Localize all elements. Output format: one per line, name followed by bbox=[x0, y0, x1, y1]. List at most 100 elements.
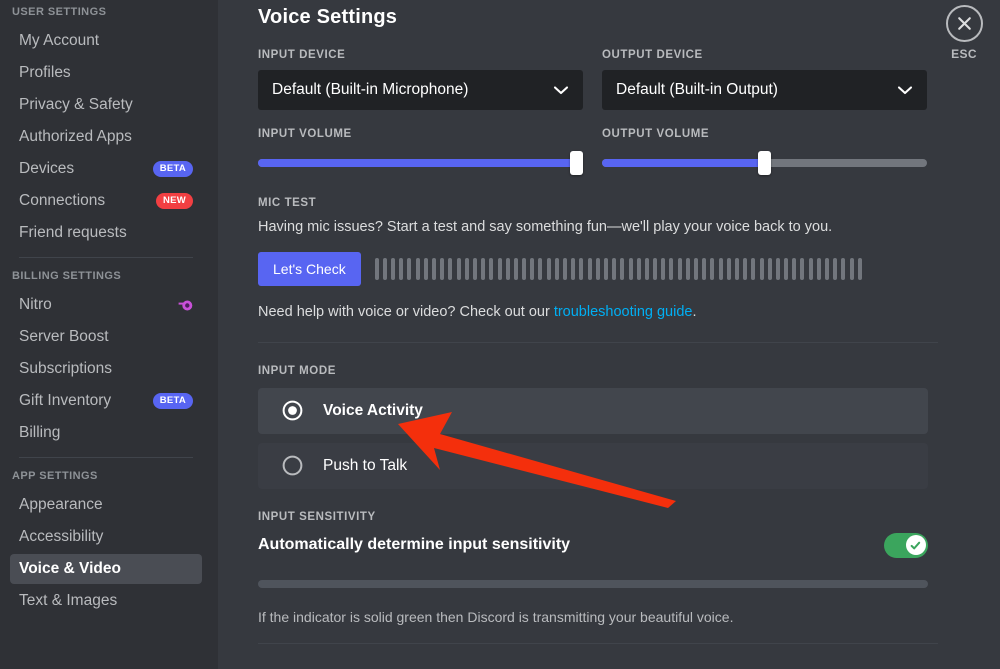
sidebar-item-connections[interactable]: Connections NEW bbox=[10, 186, 202, 216]
section-divider-bottom bbox=[258, 643, 938, 644]
visualizer-bar bbox=[579, 258, 583, 280]
auto-sensitivity-toggle[interactable] bbox=[884, 533, 928, 558]
visualizer-bar bbox=[751, 258, 755, 280]
slider-thumb[interactable] bbox=[570, 151, 583, 175]
sidebar-badge-new: NEW bbox=[156, 193, 193, 209]
visualizer-bar bbox=[735, 258, 739, 280]
visualizer-bar bbox=[489, 258, 493, 280]
visualizer-bar bbox=[817, 258, 821, 280]
chevron-down-icon bbox=[553, 85, 569, 95]
mic-test-row: Let's Check bbox=[258, 252, 1000, 286]
sidebar-item-privacy-safety[interactable]: Privacy & Safety bbox=[10, 90, 202, 120]
visualizer-bar bbox=[432, 258, 436, 280]
input-mode-options: Voice Activity Push to Talk bbox=[258, 388, 928, 489]
input-device-select[interactable]: Default (Built-in Microphone) bbox=[258, 70, 583, 110]
sensitivity-meter[interactable] bbox=[258, 580, 928, 588]
sidebar-item-profiles[interactable]: Profiles bbox=[10, 58, 202, 88]
sidebar-item-gift-inventory[interactable]: Gift InventoryBETA bbox=[10, 386, 202, 416]
visualizer-bar bbox=[710, 258, 714, 280]
sidebar-item-subscriptions[interactable]: Subscriptions bbox=[10, 354, 202, 384]
device-selectors: INPUT DEVICE Default (Built-in Microphon… bbox=[258, 49, 1000, 110]
sidebar-item-appearance[interactable]: Appearance bbox=[10, 490, 202, 520]
input-mode-option-push-to-talk[interactable]: Push to Talk bbox=[258, 443, 928, 489]
sidebar-item-devices[interactable]: DevicesBETA bbox=[10, 154, 202, 184]
input-mode-option-voice-activity[interactable]: Voice Activity bbox=[258, 388, 928, 434]
sidebar-item-label: Privacy & Safety bbox=[19, 97, 133, 113]
page-title: Voice Settings bbox=[258, 0, 1000, 29]
input-mode-option-label: Push to Talk bbox=[323, 457, 407, 475]
sidebar-item-nitro[interactable]: Nitro bbox=[10, 290, 202, 320]
sidebar-item-authorized-apps[interactable]: Authorized Apps bbox=[10, 122, 202, 152]
close-settings-button[interactable]: ESC bbox=[934, 0, 994, 61]
radio-selected-icon bbox=[282, 400, 303, 421]
visualizer-bar bbox=[792, 258, 796, 280]
visualizer-bar bbox=[440, 258, 444, 280]
mic-test-description: Having mic issues? Start a test and say … bbox=[258, 217, 1000, 239]
sidebar-item-label: Connections bbox=[19, 193, 105, 209]
sidebar-item-label: Nitro bbox=[19, 297, 52, 313]
sidebar-item-label: Server Boost bbox=[19, 329, 109, 345]
help-text-suffix: . bbox=[692, 304, 696, 320]
visualizer-bar bbox=[407, 258, 411, 280]
output-device-label: OUTPUT DEVICE bbox=[602, 49, 927, 61]
visualizer-bar bbox=[424, 258, 428, 280]
sidebar-divider bbox=[19, 257, 193, 258]
visualizer-bar bbox=[498, 258, 502, 280]
sidebar-item-label: My Account bbox=[19, 33, 99, 49]
visualizer-bar bbox=[555, 258, 559, 280]
visualizer-bar bbox=[809, 258, 813, 280]
sidebar-item-label: Subscriptions bbox=[19, 361, 112, 377]
visualizer-bar bbox=[522, 258, 526, 280]
slider-fill bbox=[602, 159, 765, 167]
input-volume-slider[interactable] bbox=[258, 151, 583, 175]
visualizer-bar bbox=[473, 258, 477, 280]
visualizer-bar bbox=[457, 258, 461, 280]
sidebar-item-my-account[interactable]: My Account bbox=[10, 26, 202, 56]
visualizer-bar bbox=[514, 258, 518, 280]
visualizer-bar bbox=[506, 258, 510, 280]
mic-test-label: MIC TEST bbox=[258, 197, 1000, 209]
visualizer-bar bbox=[612, 258, 616, 280]
visualizer-bar bbox=[629, 258, 633, 280]
visualizer-bar bbox=[375, 258, 379, 280]
visualizer-bar bbox=[768, 258, 772, 280]
sensitivity-note: If the indicator is solid green then Dis… bbox=[258, 609, 1000, 625]
visualizer-bar bbox=[833, 258, 837, 280]
input-device-label: INPUT DEVICE bbox=[258, 49, 583, 61]
visualizer-bar bbox=[448, 258, 452, 280]
output-volume-group: OUTPUT VOLUME bbox=[602, 128, 927, 175]
radio-unselected-icon bbox=[282, 455, 303, 476]
visualizer-bar bbox=[604, 258, 608, 280]
visualizer-bar bbox=[645, 258, 649, 280]
auto-sensitivity-row: Automatically determine input sensitivit… bbox=[258, 533, 928, 558]
sidebar-item-server-boost[interactable]: Server Boost bbox=[10, 322, 202, 352]
sidebar-item-label: Text & Images bbox=[19, 593, 117, 609]
visualizer-bar bbox=[686, 258, 690, 280]
sidebar-item-billing[interactable]: Billing bbox=[10, 418, 202, 448]
sidebar-item-friend-requests[interactable]: Friend requests bbox=[10, 218, 202, 248]
input-device-value: Default (Built-in Microphone) bbox=[272, 81, 468, 99]
sidebar-badge-beta: BETA bbox=[153, 161, 193, 177]
auto-sensitivity-text: Automatically determine input sensitivit… bbox=[258, 536, 570, 554]
output-device-select[interactable]: Default (Built-in Output) bbox=[602, 70, 927, 110]
chevron-down-icon bbox=[897, 85, 913, 95]
sidebar-item-voice-video[interactable]: Voice & Video bbox=[10, 554, 202, 584]
output-device-value: Default (Built-in Output) bbox=[616, 81, 778, 99]
lets-check-button[interactable]: Let's Check bbox=[258, 252, 361, 286]
visualizer-bar bbox=[571, 258, 575, 280]
visualizer-bar bbox=[776, 258, 780, 280]
visualizer-bar bbox=[620, 258, 624, 280]
visualizer-bar bbox=[841, 258, 845, 280]
visualizer-bar bbox=[416, 258, 420, 280]
sidebar-divider bbox=[19, 457, 193, 458]
visualizer-bar bbox=[743, 258, 747, 280]
slider-thumb[interactable] bbox=[758, 151, 771, 175]
sidebar-item-label: Voice & Video bbox=[19, 561, 121, 577]
visualizer-bar bbox=[760, 258, 764, 280]
volume-sliders: INPUT VOLUME OUTPUT VOLUME bbox=[258, 128, 1000, 175]
sidebar-item-text-images[interactable]: Text & Images bbox=[10, 586, 202, 616]
sidebar-item-accessibility[interactable]: Accessibility bbox=[10, 522, 202, 552]
settings-window: USER SETTINGSMy AccountProfilesPrivacy &… bbox=[0, 0, 1000, 669]
output-volume-slider[interactable] bbox=[602, 151, 927, 175]
troubleshooting-guide-link[interactable]: troubleshooting guide bbox=[554, 304, 693, 320]
